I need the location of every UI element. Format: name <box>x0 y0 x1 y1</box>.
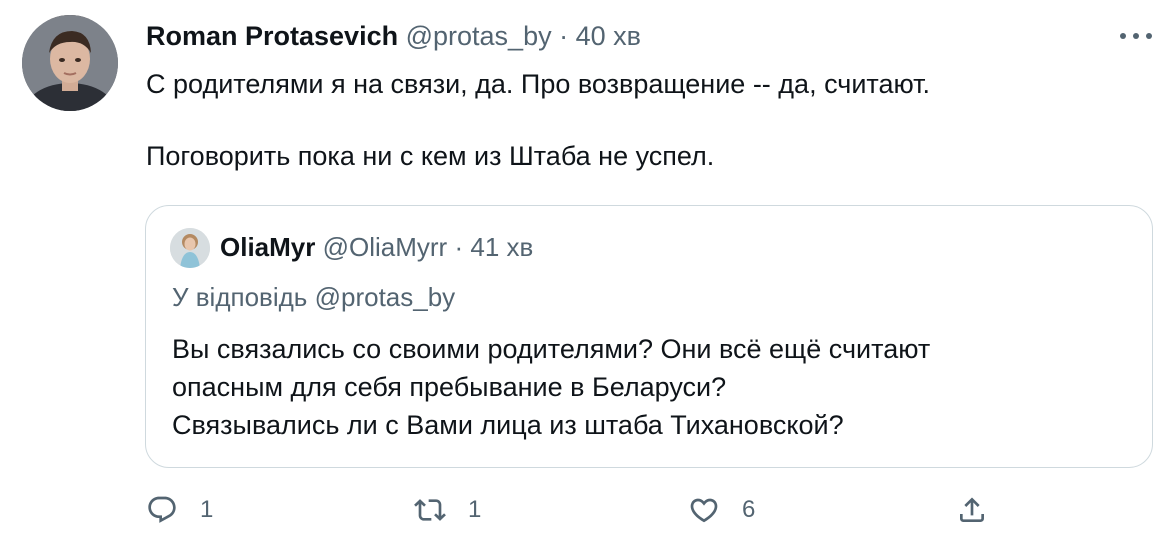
retweet-icon <box>414 499 446 521</box>
reply-mention[interactable]: @protas_by <box>315 282 456 312</box>
quoted-separator-dot: · <box>454 232 464 262</box>
share-icon <box>960 497 984 522</box>
quoted-author-name[interactable]: OliaMyr <box>220 232 315 262</box>
share-button[interactable] <box>956 494 988 526</box>
like-button[interactable]: 6 <box>688 494 755 526</box>
retweet-count: 1 <box>468 496 482 523</box>
reply-count: 1 <box>200 496 214 523</box>
separator-dot: · <box>559 21 569 51</box>
tweet-text: С родителями я на связи, да. Про возвращ… <box>146 69 931 171</box>
author-avatar[interactable] <box>22 15 118 111</box>
tweet-time[interactable]: 40 хв <box>576 21 641 51</box>
reply-button[interactable]: 1 <box>146 494 213 526</box>
quoted-header: OliaMyr @OliaMyrr · 41 хв <box>220 230 533 264</box>
reply-context: У відповідь @protas_by <box>172 280 455 314</box>
quoted-time[interactable]: 41 хв <box>470 232 533 262</box>
tweet-header: Roman Protasevich @protas_by · 40 хв <box>146 18 641 54</box>
heart-icon <box>690 498 718 523</box>
reply-prefix: У відповідь <box>172 282 308 312</box>
quoted-author-handle[interactable]: @OliaMyrr <box>323 232 448 262</box>
author-name[interactable]: Roman Protasevich <box>146 21 398 51</box>
more-button[interactable] <box>1116 24 1156 48</box>
quoted-author-avatar[interactable] <box>170 228 210 268</box>
avatar-photo <box>22 15 118 111</box>
author-handle[interactable]: @protas_by <box>406 21 552 51</box>
quoted-tweet[interactable]: OliaMyr @OliaMyrr · 41 хв У відповідь @p… <box>145 205 1153 468</box>
like-count: 6 <box>742 496 756 523</box>
more-horizontal-icon <box>1120 33 1152 39</box>
quoted-text: Вы связались со своими родителями? Они в… <box>172 334 931 440</box>
quoted-avatar-photo <box>170 228 210 268</box>
reply-icon <box>148 496 176 523</box>
retweet-button[interactable]: 1 <box>414 494 481 526</box>
